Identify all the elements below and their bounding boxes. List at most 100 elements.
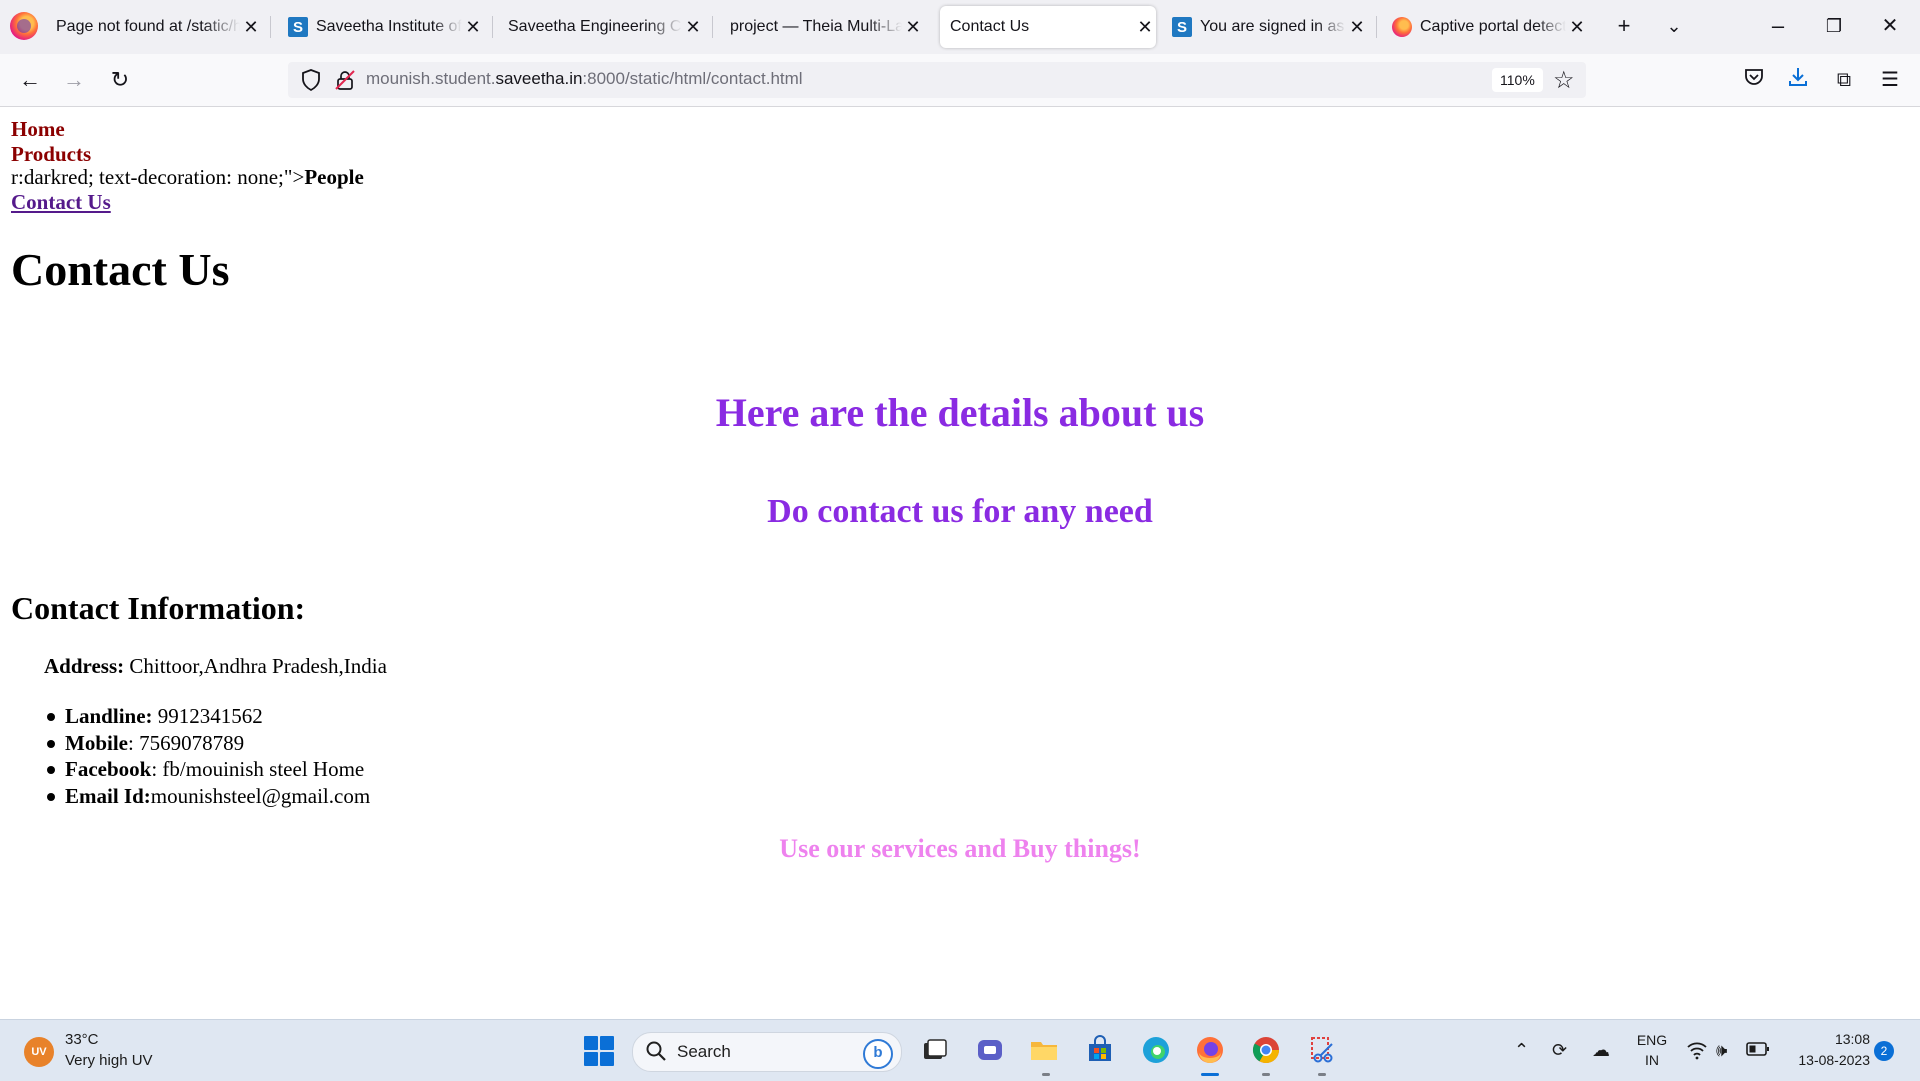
address-bar[interactable]: mounish.student.saveetha.in:8000/static/…	[288, 62, 1586, 98]
list-all-tabs-chevron-icon[interactable]: ⌄	[1660, 12, 1688, 40]
running-indicator	[1042, 1073, 1050, 1076]
tab-label: Page not found at /static/html/	[56, 18, 240, 35]
weather-uv-icon[interactable]: UV	[24, 1037, 54, 1067]
windows-start-icon[interactable]	[584, 1036, 614, 1066]
wifi-icon[interactable]	[1686, 1040, 1708, 1060]
onedrive-cloud-icon[interactable]: ☁	[1592, 1039, 1610, 1061]
firefox-view-icon[interactable]	[10, 12, 38, 40]
tab-label: Captive portal detection	[1420, 18, 1566, 35]
language-indicator-top[interactable]: ENG	[1634, 1032, 1670, 1048]
tab-captive-portal[interactable]: Captive portal detection ✕	[1392, 6, 1588, 48]
close-window-icon[interactable]: ✕	[1876, 12, 1904, 40]
volume-speaker-icon[interactable]: 🕪	[1716, 1039, 1727, 1061]
new-tab-plus-icon[interactable]: +	[1610, 12, 1638, 40]
close-tab-icon[interactable]: ✕	[1346, 17, 1368, 38]
language-indicator-bottom[interactable]: IN	[1634, 1052, 1670, 1068]
file-explorer-icon[interactable]	[1028, 1034, 1060, 1066]
web-page-content: Home Products r:darkred; text-decoration…	[0, 107, 1920, 1019]
insecure-lock-icon[interactable]	[334, 69, 356, 91]
bing-chat-icon[interactable]: b	[863, 1039, 893, 1069]
downloads-icon[interactable]	[1784, 66, 1812, 94]
clock-time[interactable]: 13:08	[1780, 1031, 1870, 1047]
close-tab-icon[interactable]: ✕	[1566, 17, 1588, 38]
pocket-icon[interactable]	[1740, 66, 1768, 94]
list-item-landline: Landline: 9912341562	[44, 703, 370, 730]
contact-details-list: Landline: 9912341562 Mobile: 7569078789 …	[44, 703, 370, 810]
tab-page-not-found[interactable]: Page not found at /static/html/ ✕	[56, 6, 262, 48]
snipping-tool-icon[interactable]	[1306, 1034, 1338, 1066]
close-tab-icon[interactable]: ✕	[1134, 17, 1156, 38]
tab-label: Saveetha Engineering College	[508, 18, 682, 35]
list-item-email: Email Id:mounishsteel@gmail.com	[44, 783, 370, 810]
tab-saveetha-institute[interactable]: S Saveetha Institute of Medical ✕	[288, 6, 484, 48]
nav-link-products[interactable]: Products	[11, 142, 91, 167]
tab-theia-project[interactable]: project — Theia Multi-Language ✕	[730, 6, 924, 48]
detail-label: Mobile	[65, 730, 128, 755]
tab-label: project — Theia Multi-Language	[730, 18, 902, 35]
running-indicator	[1318, 1073, 1326, 1076]
clock-date[interactable]: 13-08-2023	[1780, 1052, 1870, 1068]
microsoft-store-icon[interactable]	[1084, 1034, 1116, 1066]
address-value: Chittoor,Andhra Pradesh,India	[124, 654, 387, 678]
show-hidden-icons-chevron-icon[interactable]: ⌃	[1514, 1039, 1529, 1061]
detail-value: : fb/mouinish steel Home	[151, 757, 365, 782]
firefox-icon	[1392, 17, 1412, 37]
extensions-puzzle-icon[interactable]: ⧉	[1830, 66, 1858, 94]
chrome-icon[interactable]	[1250, 1034, 1282, 1066]
nav-text-people: People	[304, 165, 364, 189]
weather-temperature[interactable]: 33°C	[65, 1031, 99, 1048]
detail-label: Landline:	[65, 704, 153, 728]
contact-subheading: Do contact us for any need	[767, 493, 1153, 530]
tracking-protection-shield-icon[interactable]	[300, 68, 322, 92]
minimize-icon[interactable]: –	[1764, 12, 1792, 40]
close-tab-icon[interactable]: ✕	[682, 17, 704, 38]
tab-label: You are signed in as 212222	[1200, 18, 1346, 35]
back-arrow-icon[interactable]: ←	[16, 66, 44, 94]
detail-value: 9912341562	[152, 704, 263, 728]
nav-link-home[interactable]: Home	[11, 117, 65, 142]
search-label: Search	[677, 1042, 731, 1061]
weather-description[interactable]: Very high UV	[65, 1052, 153, 1069]
battery-icon[interactable]	[1746, 1041, 1770, 1057]
notification-count-badge[interactable]: 2	[1874, 1041, 1894, 1061]
reload-icon[interactable]: ↻	[106, 66, 134, 94]
tab-contact-us[interactable]: Contact Us ✕	[940, 6, 1156, 48]
nav-link-contact-us[interactable]: Contact Us	[11, 190, 111, 215]
tab-divider	[270, 16, 271, 38]
close-tab-icon[interactable]: ✕	[240, 17, 262, 38]
tab-divider	[1376, 16, 1377, 38]
list-item-facebook: Facebook: fb/mouinish steel Home	[44, 756, 370, 783]
url-domain: saveetha.in	[495, 69, 583, 88]
firefox-taskbar-icon[interactable]	[1194, 1034, 1226, 1066]
taskbar-search-box[interactable]: Search b	[632, 1032, 902, 1072]
edge-browser-icon[interactable]	[1140, 1034, 1172, 1066]
close-tab-icon[interactable]: ✕	[902, 17, 924, 38]
bookmark-star-icon[interactable]: ☆	[1553, 66, 1575, 95]
contact-information-heading: Contact Information:	[11, 590, 306, 626]
tab-label: Contact Us	[950, 18, 1030, 35]
close-tab-icon[interactable]: ✕	[462, 17, 484, 38]
broken-html-text: r:darkred; text-decoration: none;">	[11, 165, 305, 189]
teams-chat-icon[interactable]	[974, 1034, 1006, 1066]
detail-value: : 7569078789	[128, 730, 245, 755]
restore-icon[interactable]: ❐	[1820, 12, 1848, 40]
forward-arrow-icon[interactable]: →	[60, 66, 88, 94]
tab-divider	[712, 16, 713, 38]
footer-tagline: Use our services and Buy things!	[779, 834, 1141, 863]
address-label: Address:	[44, 654, 125, 678]
tab-signed-in[interactable]: S You are signed in as 212222 ✕	[1172, 6, 1368, 48]
sync-update-icon[interactable]: ⟳	[1552, 1039, 1567, 1061]
tab-saveetha-engineering[interactable]: Saveetha Engineering College ✕	[508, 6, 704, 48]
page-title: Contact Us	[11, 244, 230, 295]
windows-taskbar: UV 33°C Very high UV Search b ⌃ ⟳ ☁ ENG …	[0, 1019, 1920, 1081]
hamburger-menu-icon[interactable]: ☰	[1876, 66, 1904, 94]
saveetha-s-icon: S	[288, 17, 308, 37]
url-text[interactable]: mounish.student.saveetha.in:8000/static/…	[366, 69, 803, 89]
task-view-icon[interactable]	[918, 1034, 950, 1066]
zoom-level-badge[interactable]: 110%	[1492, 68, 1543, 92]
url-suffix: :8000/static/html/contact.html	[582, 69, 803, 88]
list-item-mobile: Mobile: 7569078789	[44, 730, 370, 757]
tab-bar: Page not found at /static/html/ ✕ S Save…	[0, 0, 1920, 54]
url-prefix: mounish.student.	[366, 69, 496, 88]
address-line: Address: Chittoor,Andhra Pradesh,India	[44, 653, 387, 679]
